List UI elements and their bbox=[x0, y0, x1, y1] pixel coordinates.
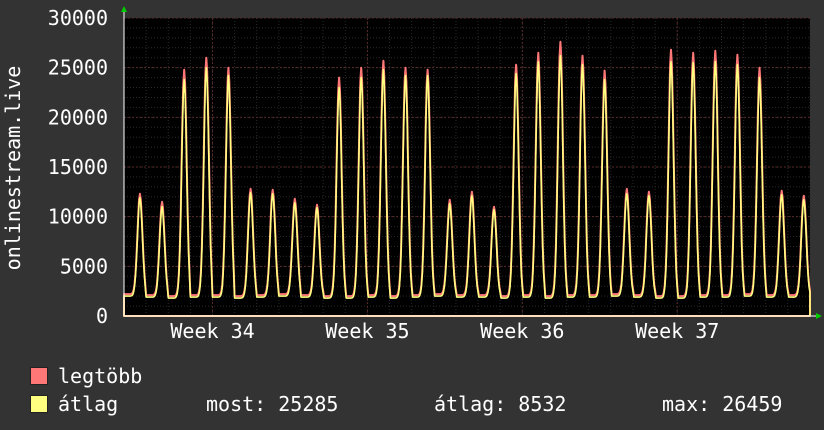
chart: 050001000015000200002500030000 Week 34 We… bbox=[1, 6, 822, 343]
y-axis-label: onlinestream.live bbox=[1, 66, 25, 271]
x-tick-label: Week 35 bbox=[325, 319, 409, 343]
y-tick-label: 10000 bbox=[48, 205, 108, 229]
legend-label-max: legtöbb bbox=[58, 364, 143, 388]
y-tick-label: 20000 bbox=[48, 105, 108, 129]
legend: legtöbb átlag most: 25285 átlag: 8532 ma… bbox=[30, 362, 820, 418]
y-axis-arrow bbox=[121, 6, 127, 12]
legend-swatch-max bbox=[30, 367, 48, 385]
legend-label-avg: átlag bbox=[58, 392, 119, 416]
x-ticks: Week 34 Week 35 Week 36 Week 37 bbox=[170, 319, 719, 343]
stat-max: max: 26459 bbox=[662, 392, 783, 416]
y-tick-label: 0 bbox=[96, 304, 108, 328]
y-ticks: 0 5000 10000 15000 20000 25000 30000 bbox=[48, 6, 108, 328]
y-tick-label: 25000 bbox=[48, 56, 108, 80]
stat-most: most: 25285 bbox=[206, 392, 339, 416]
x-tick-label: Week 37 bbox=[635, 319, 719, 343]
y-tick-label: 30000 bbox=[48, 6, 108, 30]
x-tick-label: Week 36 bbox=[480, 319, 564, 343]
y-tick-label: 15000 bbox=[48, 155, 108, 179]
legend-item-max: legtöbb bbox=[30, 362, 820, 390]
stat-atlag: átlag: 8532 bbox=[434, 392, 567, 416]
x-axis-arrow bbox=[816, 313, 822, 319]
y-tick-label: 5000 bbox=[60, 254, 108, 278]
x-tick-label: Week 34 bbox=[170, 319, 254, 343]
legend-swatch-avg bbox=[30, 395, 48, 413]
